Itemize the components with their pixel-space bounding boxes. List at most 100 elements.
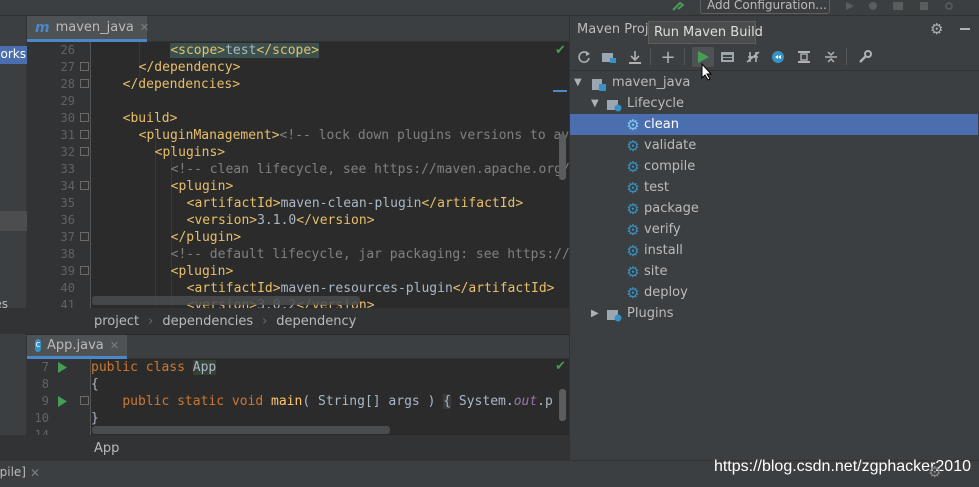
mouse-cursor-icon <box>701 62 713 81</box>
vertical-scrollbar[interactable] <box>559 389 566 421</box>
fold-marker[interactable] <box>80 181 89 190</box>
code-line: } <box>91 411 99 426</box>
show-dependencies-icon[interactable] <box>793 47 815 67</box>
line-number: 10 <box>34 411 49 425</box>
tree-node-deploy[interactable]: ⚙ deploy <box>570 282 978 303</box>
project-tree-selected-item[interactable]: orks <box>0 46 27 64</box>
fold-marker[interactable] <box>80 113 89 122</box>
chevron-down-icon[interactable]: ▼ <box>574 77 584 88</box>
scroll-marker <box>553 90 567 92</box>
chevron-right-icon: › <box>148 314 154 329</box>
tree-node-label: test <box>644 180 669 195</box>
tree-node-verify[interactable]: ⚙ verify <box>570 219 978 240</box>
search-everywhere-icon[interactable] <box>944 0 956 10</box>
fold-marker[interactable] <box>80 266 89 275</box>
code-line: <artifactId>maven-clean-plugin</artifact… <box>186 196 524 211</box>
tree-node-install[interactable]: ⚙ install <box>570 240 978 261</box>
breadcrumb-item[interactable]: App <box>94 441 119 456</box>
minimize-icon[interactable] <box>960 28 970 30</box>
close-icon[interactable]: ✕ <box>110 339 119 352</box>
editor-tab-bar: c App.java ✕ <box>27 335 569 359</box>
inspection-ok-icon[interactable]: ✔ <box>555 359 566 374</box>
tree-node-project[interactable]: ▼ maven_java <box>570 72 978 93</box>
collapse-all-icon[interactable] <box>820 47 842 67</box>
fold-marker[interactable] <box>80 147 89 156</box>
code-line: <!-- clean lifecycle, see https://maven.… <box>170 162 569 177</box>
chevron-right-icon: › <box>262 314 268 329</box>
line-number: 29 <box>60 94 75 108</box>
gear-icon[interactable]: ⚙ <box>928 463 941 481</box>
code-line: public static void main( String[] args )… <box>122 394 553 409</box>
fold-marker[interactable] <box>80 79 89 88</box>
line-number: 31 <box>60 128 75 142</box>
reimport-icon[interactable] <box>573 47 595 67</box>
chevron-down-icon[interactable]: ▼ <box>591 98 601 109</box>
line-number: 33 <box>60 162 75 176</box>
skip-tests-icon[interactable] <box>767 47 789 67</box>
tab-maven-java[interactable]: m maven_java ✕ <box>27 16 149 42</box>
line-number: 26 <box>60 43 75 57</box>
fold-marker[interactable] <box>80 130 89 139</box>
tree-node-validate[interactable]: ⚙ validate <box>570 135 978 156</box>
add-icon[interactable]: + <box>657 47 679 68</box>
fold-marker[interactable] <box>80 232 89 241</box>
execute-goal-icon[interactable] <box>717 47 739 67</box>
code-line: <plugin> <box>170 264 234 279</box>
app-editor[interactable]: 7 8 9 10 14 public class App { public st… <box>27 359 569 435</box>
tree-node-label: maven_java <box>612 75 691 90</box>
toolbar-separator <box>650 48 651 65</box>
horizontal-scrollbar[interactable] <box>92 296 360 305</box>
gear-icon[interactable]: ⚙ <box>930 20 943 38</box>
run-gutter-icon[interactable] <box>58 396 67 411</box>
coverage-icon[interactable] <box>892 0 904 10</box>
run-icon[interactable] <box>843 0 855 10</box>
tree-node-package[interactable]: ⚙ package <box>570 198 978 219</box>
tree-node-clean[interactable]: ⚙ clean <box>570 114 978 135</box>
code-line: </dependency> <box>138 60 241 75</box>
pom-editor[interactable]: 26 27 28 29 30 31 32 33 34 35 36 37 38 3… <box>27 42 569 308</box>
hammer-icon[interactable] <box>672 0 685 11</box>
wrench-icon[interactable] <box>854 47 876 67</box>
tree-node-plugins[interactable]: ▶ Plugins <box>570 303 978 324</box>
debug-icon[interactable] <box>867 0 879 10</box>
toggle-offline-icon[interactable] <box>742 47 764 67</box>
stop-icon[interactable] <box>918 0 930 10</box>
breadcrumb-item[interactable]: project <box>94 314 139 329</box>
tab-label: App.java <box>47 338 104 353</box>
folder-gear-icon <box>607 308 622 321</box>
download-icon[interactable] <box>624 47 646 67</box>
breadcrumb-item[interactable]: dependencies <box>162 314 253 329</box>
tree-node-label: site <box>644 264 668 279</box>
line-number: 14 <box>34 428 49 435</box>
fold-marker[interactable] <box>80 396 89 405</box>
fold-marker[interactable] <box>80 62 89 71</box>
top-toolbar <box>0 0 979 16</box>
tree-node-compile[interactable]: ⚙ compile <box>570 156 978 177</box>
breadcrumb: project › dependencies › dependency <box>0 308 569 334</box>
run-tab[interactable]: pile] <box>0 465 52 483</box>
close-icon[interactable]: ✕ <box>30 466 40 480</box>
chevron-right-icon[interactable]: ▶ <box>591 308 601 319</box>
line-number: 8 <box>41 377 49 391</box>
run-gutter-icon[interactable] <box>58 362 67 377</box>
code-line: <build> <box>122 111 178 126</box>
tree-node-site[interactable]: ⚙ site <box>570 261 978 282</box>
tree-node-label: deploy <box>644 285 688 300</box>
tree-node-label: verify <box>644 222 681 237</box>
breadcrumb-item[interactable]: dependency <box>276 314 356 329</box>
line-number: 9 <box>41 394 49 408</box>
close-icon[interactable]: ✕ <box>140 21 149 34</box>
tree-node-lifecycle[interactable]: ▼ Lifecycle <box>570 93 978 114</box>
generate-sources-icon[interactable] <box>598 47 620 67</box>
inspection-ok-icon[interactable]: ✔ <box>555 43 566 58</box>
vertical-scrollbar[interactable] <box>559 134 566 180</box>
breadcrumb: App <box>0 435 569 460</box>
horizontal-scrollbar[interactable] <box>92 426 390 434</box>
tree-node-test[interactable]: ⚙ test <box>570 177 978 198</box>
tab-app-java[interactable]: c App.java ✕ <box>27 335 127 359</box>
code-line: { <box>91 377 99 392</box>
project-tree-highlight[interactable] <box>0 211 27 231</box>
tree-node-label: install <box>644 243 683 258</box>
add-configuration-button[interactable]: Add Configuration... <box>700 0 830 14</box>
left-tool-strip <box>0 16 27 460</box>
